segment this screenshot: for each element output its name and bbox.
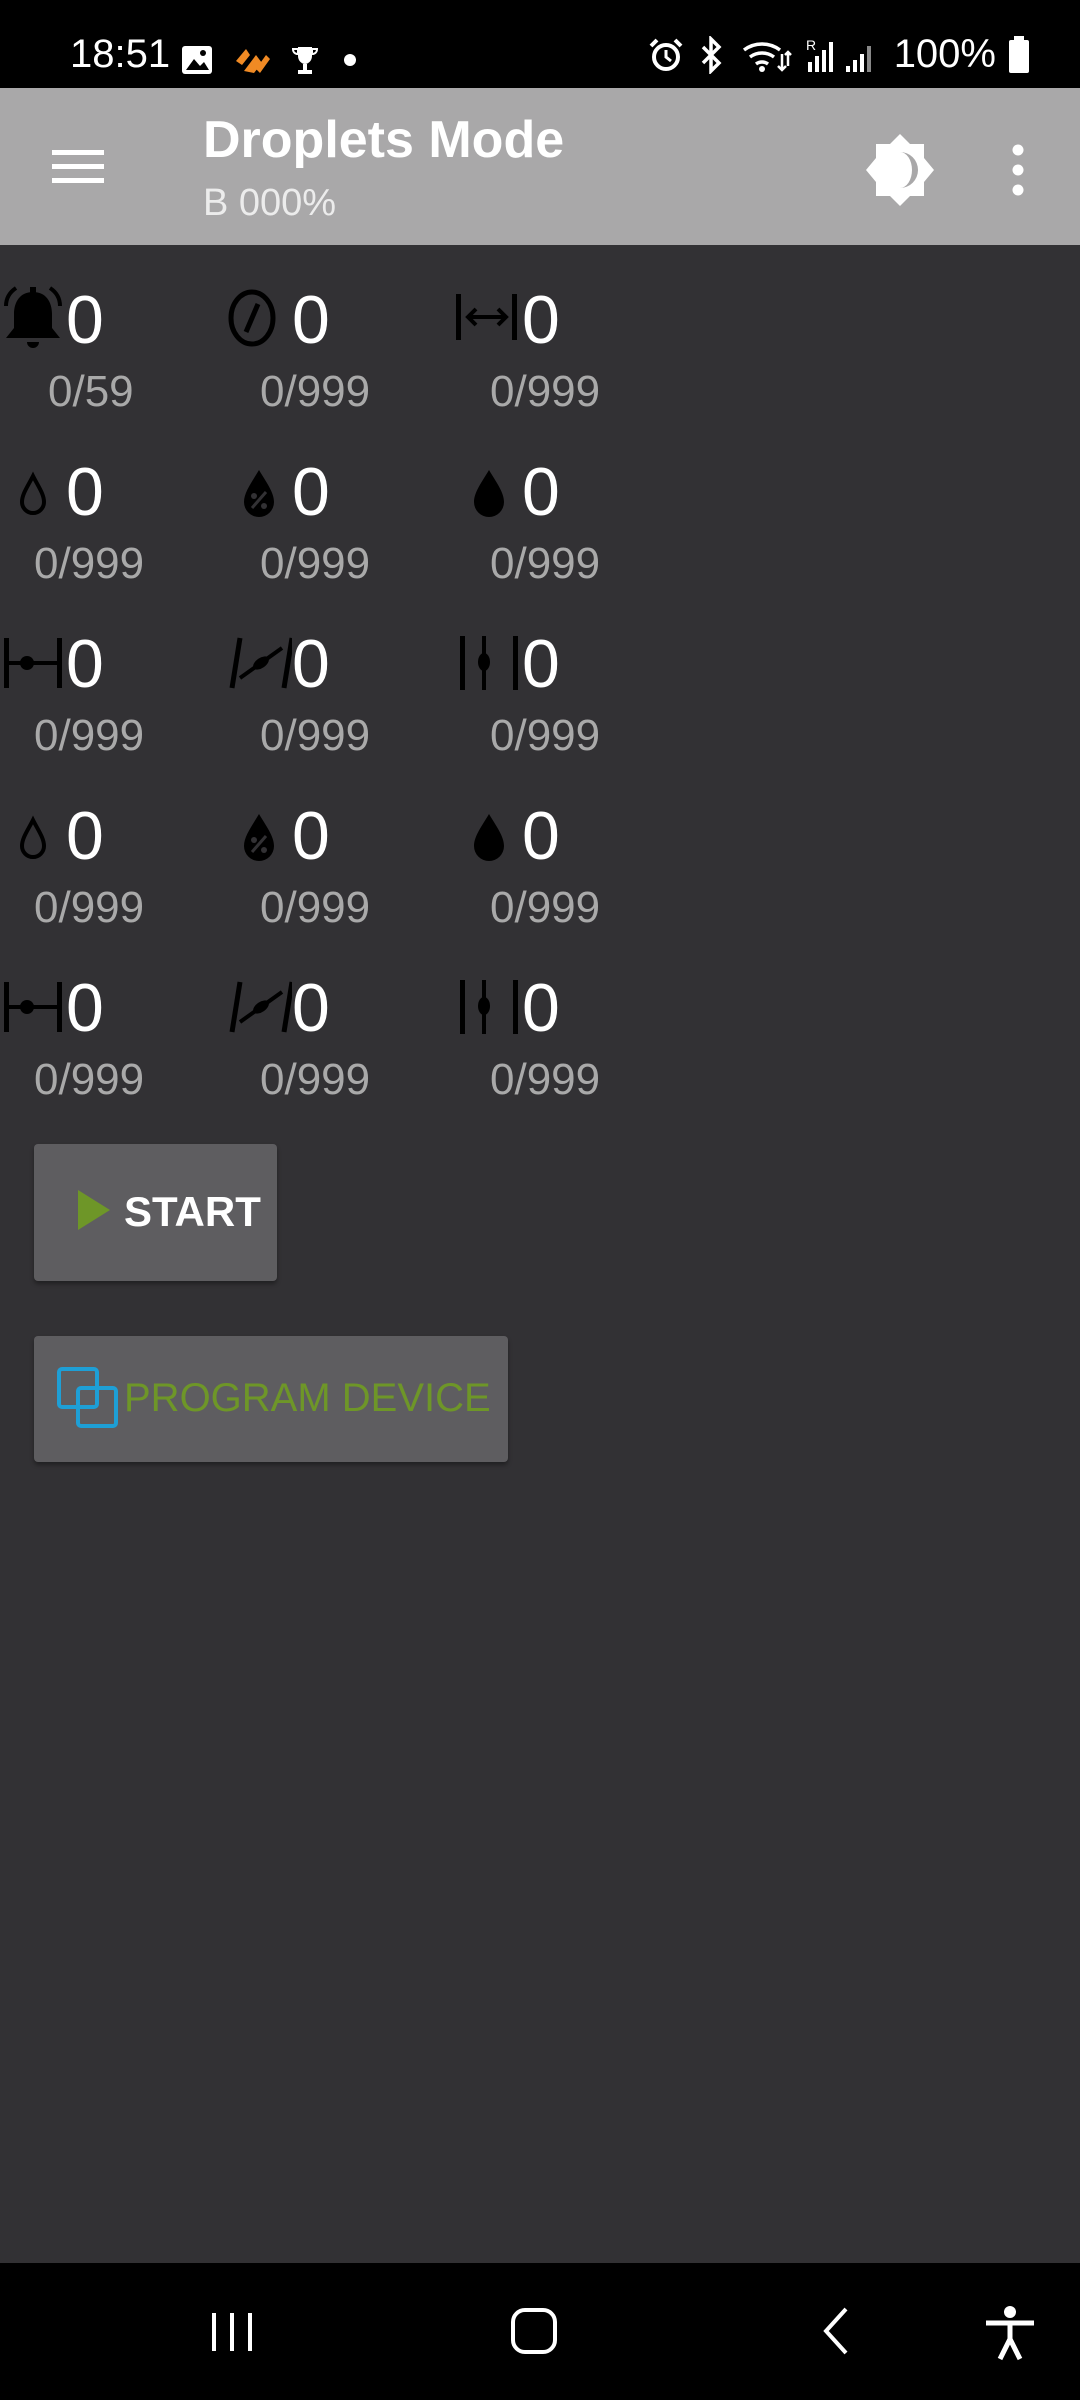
- start-button[interactable]: START: [34, 1144, 277, 1281]
- cell-value: 0: [292, 626, 330, 702]
- wifi-icon: [742, 41, 792, 72]
- grid-cell[interactable]: 0 0/999: [226, 452, 451, 602]
- gap-diagonal-icon: [226, 972, 292, 1042]
- cell-range: 0/999: [260, 883, 371, 932]
- menu-icon: [52, 150, 104, 183]
- status-left-icons: [180, 40, 362, 80]
- cell-value: 0: [522, 798, 560, 874]
- back-icon[interactable]: [812, 2303, 862, 2359]
- grid-cell[interactable]: 0 0/999: [0, 968, 225, 1118]
- cell-range: 0/999: [34, 883, 145, 932]
- cell-range: 0/999: [490, 1055, 601, 1104]
- battery-percent: 100%: [893, 32, 996, 76]
- cell-value: 0: [522, 282, 560, 358]
- cell-range: 0/999: [260, 367, 371, 416]
- drop-percent-icon: [226, 456, 292, 526]
- brightness-button[interactable]: [858, 128, 942, 212]
- program-device-button[interactable]: PROGRAM DEVICE: [34, 1336, 508, 1462]
- grid-cell[interactable]: 0 0/999: [456, 624, 681, 774]
- cell-range: 0/999: [490, 883, 601, 932]
- dot-icon: [344, 54, 356, 66]
- more-options-button[interactable]: [985, 128, 1051, 212]
- cell-value: 0: [66, 970, 104, 1046]
- grid-cell[interactable]: 0 0/999: [226, 968, 451, 1118]
- cell-range: 0/999: [260, 539, 371, 588]
- cell-value: 0: [292, 454, 330, 530]
- program-device-label: PROGRAM DEVICE: [124, 1376, 491, 1420]
- grid-cell[interactable]: 0 0/999: [0, 796, 225, 946]
- brightness-icon: [866, 134, 934, 206]
- cell-range: 0/59: [48, 367, 134, 416]
- accessibility-icon[interactable]: [980, 2303, 1040, 2363]
- cell-value: 0: [292, 798, 330, 874]
- cell-range: 0/999: [490, 367, 601, 416]
- home-icon[interactable]: [506, 2303, 562, 2359]
- grid-cell[interactable]: 0 0/999: [456, 796, 681, 946]
- cell-value: 0: [292, 282, 330, 358]
- gallery-icon: [182, 46, 212, 74]
- cell-range: 0/999: [490, 539, 601, 588]
- navigation-bar: [0, 2263, 1080, 2400]
- cell-value: 0: [66, 454, 104, 530]
- svg-text:R: R: [806, 37, 816, 53]
- grid-cell[interactable]: 0 0/59: [0, 280, 225, 430]
- recent-apps-icon[interactable]: [200, 2307, 264, 2357]
- cell-value: 0: [522, 626, 560, 702]
- cell-value: 0: [292, 970, 330, 1046]
- app-subtitle: B 000%: [203, 182, 337, 224]
- status-time: 18:51: [70, 32, 171, 76]
- grid-cell[interactable]: 0 0/999: [226, 796, 451, 946]
- drop-outline-icon: [0, 800, 66, 870]
- gap-horizontal-icon: [0, 628, 66, 698]
- grid-cell[interactable]: 0 0/999: [226, 280, 451, 430]
- app-bar: Droplets Mode B 000%: [0, 88, 1080, 245]
- gap-horizontal-icon: [0, 972, 66, 1042]
- grid-cell[interactable]: 0 0/999: [456, 968, 681, 1118]
- drop-filled-icon: [456, 800, 522, 870]
- program-device-icon: [57, 1367, 118, 1428]
- bell-icon: [0, 284, 66, 354]
- cell-range: 0/999: [260, 1055, 371, 1104]
- cell-value: 0: [66, 626, 104, 702]
- app-title: Droplets Mode: [203, 111, 565, 169]
- grid-cell[interactable]: 0 0/999: [0, 452, 225, 602]
- cell-range: 0/999: [34, 711, 145, 760]
- cell-range: 0/999: [34, 1055, 145, 1104]
- signal-icon: R: [806, 37, 871, 72]
- drop-filled-icon: [456, 456, 522, 526]
- drop-percent-icon: [226, 800, 292, 870]
- gap-vertical-icon: [456, 972, 522, 1042]
- gap-diagonal-icon: [226, 628, 292, 698]
- bluetooth-icon: [701, 35, 722, 74]
- status-right: R 100%: [648, 32, 1030, 77]
- drop-outline-icon: [0, 456, 66, 526]
- start-button-label: START: [124, 1188, 261, 1235]
- strava-icon: [236, 49, 270, 73]
- trophy-icon: [291, 47, 319, 74]
- status-bar: 18:51 R 100%: [0, 0, 1080, 88]
- cell-range: 0/999: [260, 711, 371, 760]
- alarm-icon: [649, 38, 683, 71]
- cell-value: 0: [66, 282, 104, 358]
- cell-range: 0/999: [490, 711, 601, 760]
- cell-value: 0: [522, 454, 560, 530]
- cell-value: 0: [66, 798, 104, 874]
- grid-cell[interactable]: 0 0/999: [456, 280, 681, 430]
- play-icon: [78, 1190, 110, 1230]
- battery-icon: [1009, 35, 1029, 73]
- grid-cell[interactable]: 0 0/999: [0, 624, 225, 774]
- grid-cell[interactable]: 0 0/999: [456, 452, 681, 602]
- menu-button[interactable]: [38, 130, 120, 204]
- more-vert-icon: [1012, 144, 1024, 196]
- cell-value: 0: [522, 970, 560, 1046]
- cell-range: 0/999: [34, 539, 145, 588]
- width-icon: [456, 284, 522, 354]
- timer-icon: [226, 284, 292, 354]
- grid-cell[interactable]: 0 0/999: [226, 624, 451, 774]
- gap-vertical-icon: [456, 628, 522, 698]
